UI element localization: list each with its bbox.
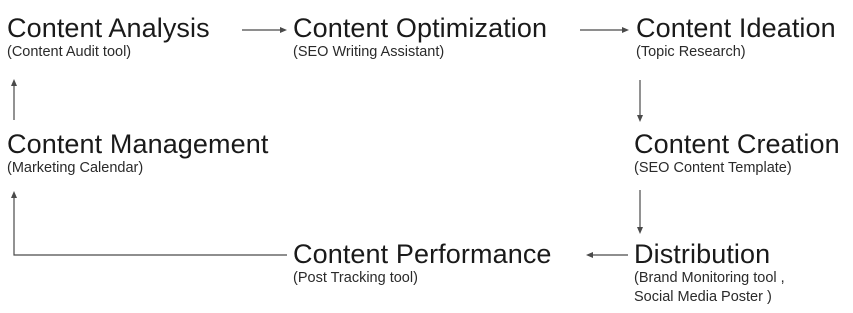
arrow-ideation-to-creation xyxy=(637,80,643,122)
node-title: Content Ideation xyxy=(636,13,836,43)
node-title: Content Analysis xyxy=(7,13,210,43)
node-subtitle: (Topic Research) xyxy=(636,44,746,60)
node-content-optimization: Content Optimization (SEO Writing Assist… xyxy=(293,13,547,62)
node-subtitle-line1: (Brand Monitoring tool , xyxy=(634,270,785,286)
arrow-performance-to-management xyxy=(11,191,287,256)
arrow-analysis-to-optimization xyxy=(242,27,287,33)
workflow-diagram: Content Analysis (Content Audit tool) Co… xyxy=(0,0,853,313)
node-content-analysis: Content Analysis (Content Audit tool) xyxy=(7,13,210,62)
node-content-ideation: Content Ideation (Topic Research) xyxy=(636,13,836,62)
node-content-management: Content Management (Marketing Calendar) xyxy=(7,129,268,178)
arrow-management-to-analysis xyxy=(11,79,17,120)
node-content-performance: Content Performance (Post Tracking tool) xyxy=(293,239,552,288)
node-distribution: Distribution (Brand Monitoring tool , So… xyxy=(634,239,785,307)
node-subtitle: (Content Audit tool) xyxy=(7,44,132,60)
arrow-optimization-to-ideation xyxy=(580,27,629,33)
node-content-creation: Content Creation (SEO Content Template) xyxy=(634,129,840,178)
node-title: Content Management xyxy=(7,129,269,159)
arrow-distribution-to-performance xyxy=(586,252,628,258)
node-title: Content Optimization xyxy=(293,13,548,43)
node-subtitle-line2: Social Media Poster ) xyxy=(634,289,772,305)
node-subtitle: (Marketing Calendar) xyxy=(7,160,144,176)
node-title: Distribution xyxy=(634,239,771,269)
node-subtitle: (SEO Content Template) xyxy=(634,160,792,176)
node-title: Content Performance xyxy=(293,239,552,269)
node-title: Content Creation xyxy=(634,129,840,159)
node-subtitle: (SEO Writing Assistant) xyxy=(293,44,445,60)
arrow-creation-to-distribution xyxy=(637,190,643,234)
node-subtitle: (Post Tracking tool) xyxy=(293,270,418,286)
